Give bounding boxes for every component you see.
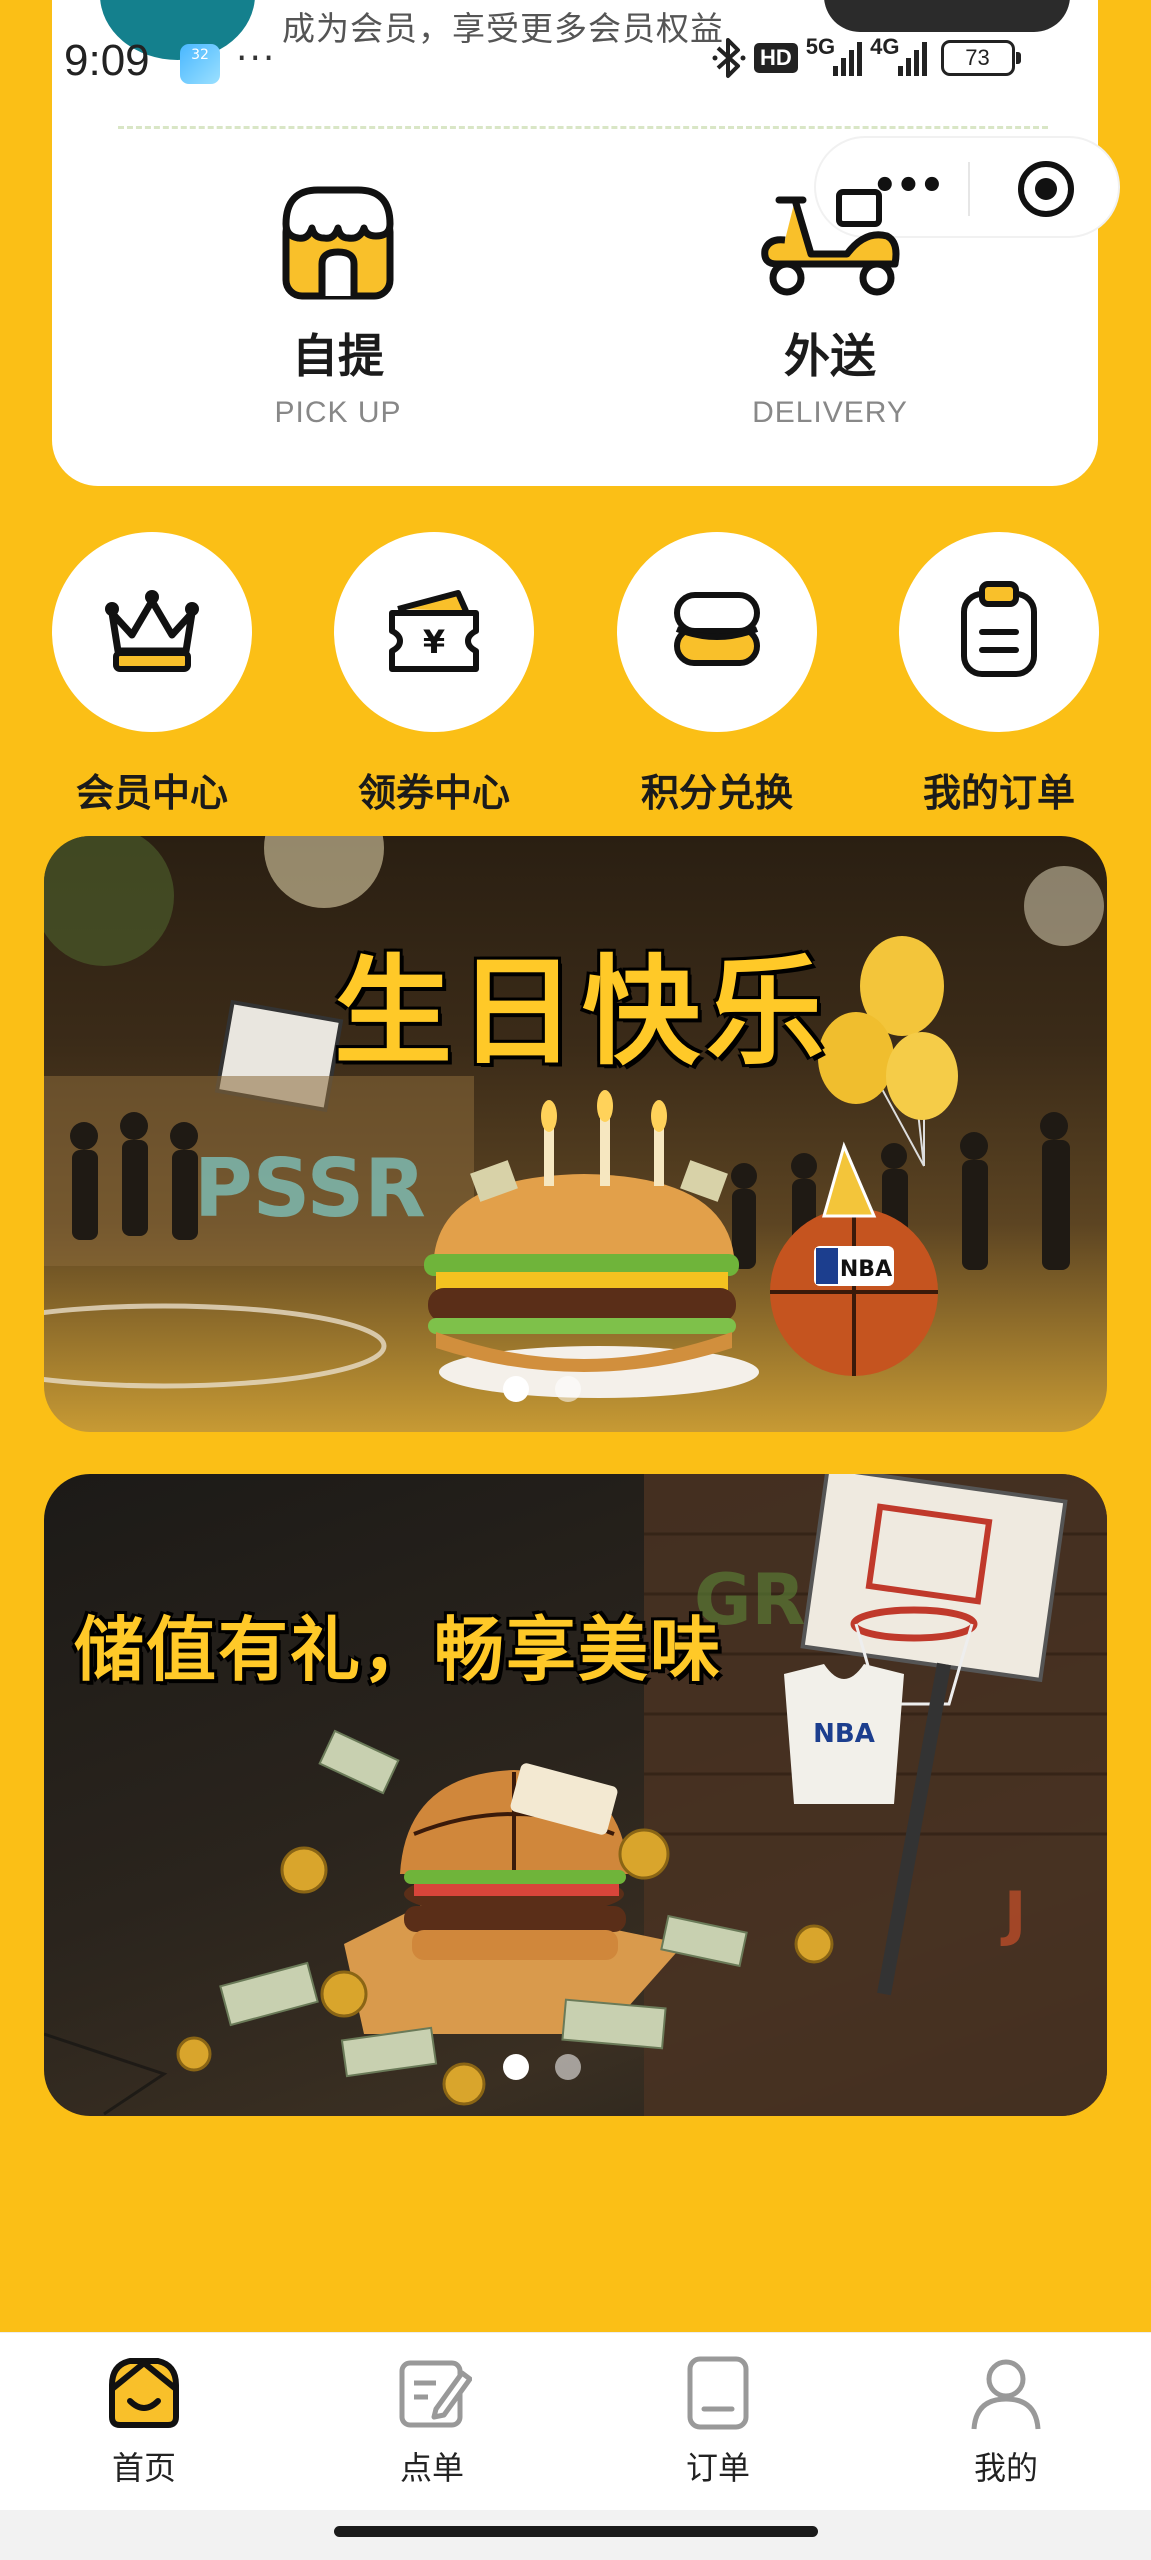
pickup-subtitle: PICK UP	[274, 396, 402, 429]
tab-label: 我的	[973, 2449, 1038, 2487]
quick-label: 我的订单	[922, 771, 1075, 815]
crown-icon	[102, 585, 202, 679]
delivery-button[interactable]: 外送 DELIVERY	[680, 180, 980, 430]
coupon-icon: ¥	[384, 585, 484, 679]
quick-member-center[interactable]: 会员中心	[52, 532, 252, 817]
delivery-title: 外送	[784, 329, 876, 383]
signal-4g-icon: 4G	[870, 34, 927, 76]
status-more-dots: ···	[236, 38, 277, 79]
quick-coupon-center[interactable]: ¥ 领券中心	[334, 532, 534, 817]
quick-my-orders[interactable]: 我的订单	[899, 532, 1099, 817]
home-icon	[104, 2358, 184, 2435]
battery-icon: 73	[940, 40, 1021, 76]
carousel-dot-active[interactable]	[502, 1376, 529, 1402]
coins-icon	[667, 585, 767, 679]
svg-text:¥: ¥	[423, 623, 445, 661]
dashed-divider	[118, 126, 1048, 129]
birthday-banner[interactable]: PSSR NBA 生日快乐	[44, 836, 1107, 1432]
tab-label: 订单	[685, 2449, 750, 2487]
carousel-dot-active[interactable]	[502, 2054, 529, 2080]
order-icon	[678, 2356, 758, 2435]
banner-title: 储值有礼，畅享美味	[74, 1609, 722, 1691]
quick-label: 会员中心	[75, 771, 228, 815]
clipboard-icon	[954, 580, 1044, 684]
tab-orders[interactable]: 订单	[628, 2355, 808, 2489]
bluetooth-icon	[712, 36, 746, 80]
tab-label: 点单	[399, 2449, 464, 2487]
signal-5g-icon: 5G	[806, 34, 863, 76]
shop-icon	[188, 180, 488, 300]
quick-points-exchange[interactable]: 积分兑换	[617, 532, 817, 817]
tab-profile[interactable]: 我的	[916, 2355, 1096, 2489]
member-login-button[interactable]	[824, 0, 1070, 32]
app-notification-icon: 32	[180, 44, 220, 84]
close-target-icon[interactable]	[1018, 161, 1074, 217]
bottom-tab-bar: 首页 点单 订单 我的	[0, 2332, 1151, 2510]
tab-label: 首页	[111, 2449, 176, 2487]
carousel-dot[interactable]	[554, 2054, 581, 2080]
hd-badge: HD	[754, 43, 798, 73]
home-indicator[interactable]	[334, 2526, 818, 2537]
tab-order-menu[interactable]: 点单	[342, 2355, 522, 2489]
svg-text:PSSR: PSSR	[194, 1142, 426, 1235]
pickup-title: 自提	[292, 329, 384, 383]
quick-label: 领券中心	[357, 771, 510, 815]
carousel-dots	[44, 2054, 1073, 2080]
tab-home[interactable]: 首页	[54, 2355, 234, 2489]
status-indicators: HD 5G 4G 73	[712, 34, 1021, 80]
svg-text:NBA: NBA	[813, 1719, 875, 1749]
recharge-scene-image: NBA GR J	[44, 1474, 1107, 2116]
svg-text:J: J	[1000, 1879, 1026, 1949]
pickup-button[interactable]: 自提 PICK UP	[188, 180, 488, 430]
svg-text:NBA: NBA	[840, 1257, 892, 1282]
member-promo-text: 成为会员，享受更多会员权益	[282, 9, 724, 48]
menu-edit-icon	[392, 2360, 473, 2435]
delivery-subtitle: DELIVERY	[752, 396, 908, 429]
scooter-icon	[680, 180, 980, 300]
status-time: 9:09	[64, 36, 150, 85]
carousel-dot[interactable]	[554, 1376, 581, 1402]
banner-title: 生日快乐	[334, 943, 831, 1081]
recharge-banner[interactable]: NBA GR J 储值有礼，畅享美味	[44, 1474, 1107, 2116]
carousel-dots	[44, 1376, 1073, 1402]
quick-label: 积分兑换	[640, 771, 793, 815]
user-icon	[966, 2359, 1046, 2435]
